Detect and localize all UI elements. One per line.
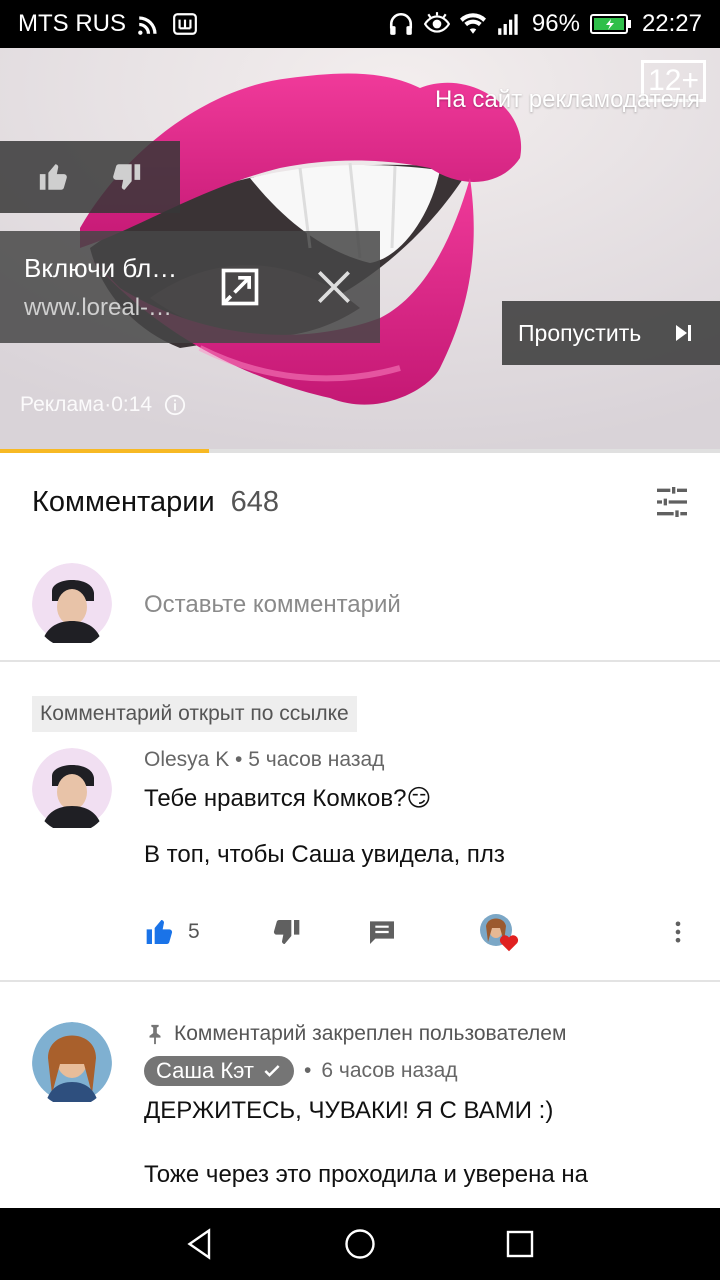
comments-header: Комментарии 648: [32, 480, 692, 524]
recents-icon[interactable]: [502, 1226, 538, 1262]
ad-timer: Реклама·0:14: [20, 393, 186, 417]
battery-icon: [589, 14, 631, 34]
signal-icon: [498, 14, 518, 35]
verified-check-icon: [264, 1065, 280, 1077]
eye-icon: [423, 12, 450, 33]
skip-next-icon: [676, 325, 692, 341]
info-icon[interactable]: [164, 394, 186, 416]
sort-icon[interactable]: [652, 482, 692, 522]
divider: [0, 660, 720, 662]
thumbs-up-icon[interactable]: [37, 160, 71, 194]
clock: 22:27: [641, 10, 702, 37]
back-icon[interactable]: [182, 1226, 218, 1262]
thumbs-down-icon[interactable]: [109, 160, 143, 194]
add-comment-row[interactable]: Оставьте комментарий: [32, 562, 692, 648]
comment-author[interactable]: Olesya K: [144, 748, 229, 771]
comment-actions: 5: [144, 910, 692, 954]
comment-author-avatar[interactable]: [32, 748, 112, 833]
open-external-icon[interactable]: [218, 265, 262, 309]
headphones-icon: [389, 12, 412, 35]
notification-app-icon: [173, 13, 197, 35]
home-icon[interactable]: [342, 1226, 378, 1262]
like-count: 5: [188, 920, 200, 943]
reply-icon[interactable]: [366, 916, 398, 948]
linked-comment-badge: Комментарий открыт по ссылке: [32, 696, 357, 732]
meta-separator: •: [235, 748, 249, 771]
carrier-name: MTS RUS: [18, 10, 126, 37]
advertiser-site-link[interactable]: На сайт рекламодателя: [435, 86, 700, 114]
comment-text-line2: В топ, чтобы Саша увидела, плз: [144, 841, 505, 868]
ad-timer-label: Реклама·0:14: [20, 393, 153, 416]
comment-meta: Саша Кэт • 6 часов назад: [144, 1056, 692, 1086]
comment-input-placeholder: Оставьте комментарий: [144, 591, 401, 618]
more-options-icon[interactable]: [664, 916, 692, 948]
ad-progress-bar[interactable]: [0, 449, 720, 453]
comment-time: 5 часов назад: [248, 748, 385, 771]
heart-icon: [499, 935, 518, 952]
divider: [0, 980, 720, 982]
status-bar: MTS RUS 96% 22:27: [0, 0, 720, 48]
comment-text-line2: Тоже через это проходила и уверена на: [144, 1161, 588, 1188]
pin-icon: [149, 1024, 161, 1045]
video-player[interactable]: 12+ На сайт рекламодателя Включи бл… www…: [0, 48, 720, 453]
meta-separator: •: [304, 1059, 312, 1082]
ad-progress-fill: [0, 449, 209, 453]
comments-count: 648: [230, 485, 280, 518]
comment-author: Саша Кэт: [156, 1058, 255, 1083]
comment-meta: Olesya K • 5 часов назад: [144, 748, 692, 772]
dislike-icon[interactable]: [270, 916, 302, 948]
skip-ad-label: Пропустить: [518, 319, 642, 346]
creator-author-pill[interactable]: Саша Кэт: [144, 1056, 295, 1086]
pinned-note-text: Комментарий закреплен пользователем: [174, 1022, 567, 1045]
pinned-note: Комментарий закреплен пользователем: [144, 1022, 692, 1046]
close-icon[interactable]: [312, 265, 356, 309]
creator-heart: [479, 914, 518, 952]
comment-text-line1: ДЕРЖИТЕСЬ, ЧУВАКИ! Я С ВАМИ :): [144, 1097, 554, 1124]
like-icon[interactable]: [144, 916, 176, 948]
smirk-emoji: 😏: [406, 785, 432, 812]
user-avatar: [32, 562, 112, 648]
skip-ad-button[interactable]: Пропустить: [502, 301, 720, 365]
wifi-calling-icon: [138, 16, 157, 35]
ad-rating-panel: [0, 141, 180, 213]
comments-title: Комментарии: [32, 485, 215, 518]
comment-time: 6 часов назад: [321, 1059, 458, 1082]
wifi-icon: [459, 13, 486, 34]
comment-author-avatar[interactable]: [32, 1022, 112, 1107]
ad-info-card[interactable]: Включи бл… www.loreal-…: [0, 231, 380, 343]
comment-text-line1: Тебе нравится Комков?😏: [144, 782, 692, 816]
comment-text: Тебе нравится Комков?: [144, 785, 407, 812]
battery-percent: 96%: [531, 10, 580, 37]
system-nav-bar: [0, 1208, 720, 1280]
